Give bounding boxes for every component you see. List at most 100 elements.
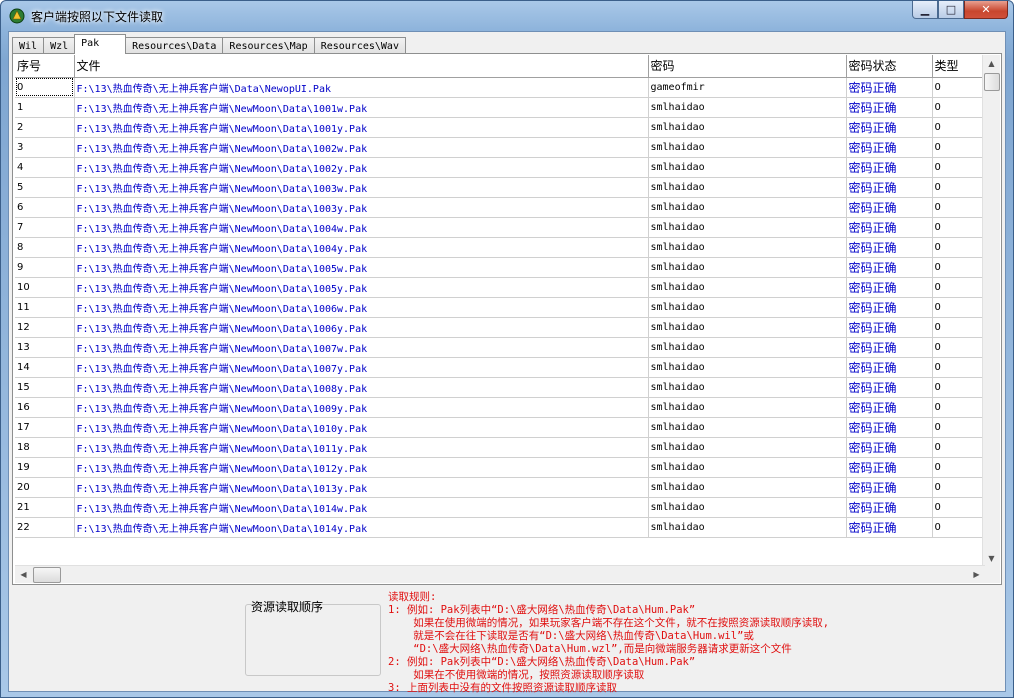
row-password: smlhaidao [648,457,847,478]
row-file-path: F:\13\热血传奇\无上神兵客户端\NewMoon\Data\1011y.Pa… [74,437,649,458]
table-row[interactable]: 9 F:\13\热血传奇\无上神兵客户端\NewMoon\Data\1005w.P… [15,257,985,278]
horizontal-scrollbar[interactable]: ◀ ▶ [15,565,985,583]
table-row[interactable]: 1 F:\13\热血传奇\无上神兵客户端\NewMoon\Data\1001w.P… [15,97,985,118]
row-password-status: 密码正确 [846,397,933,418]
row-file-path: F:\13\热血传奇\无上神兵客户端\NewMoon\Data\1013y.Pa… [74,477,649,498]
maximize-button[interactable]: □ [938,1,964,19]
scroll-left-icon[interactable]: ◀ [15,566,32,583]
table-row[interactable]: 20 F:\13\热血传奇\无上神兵客户端\NewMoon\Data\1013y.… [15,477,985,498]
tab-resources-wav[interactable]: Resources\Wav [313,37,406,54]
scroll-up-icon[interactable]: ▲ [983,55,1000,72]
row-type: 0 [932,517,985,538]
bottom-panel: 资源读取顺序 读取规则: 1: 例如: Pak列表中“D:\盛大网络\热血传奇\D… [12,588,1002,694]
scrollbar-corner [983,566,1000,583]
row-password: smlhaidao [648,397,847,418]
row-password-status: 密码正确 [846,457,933,478]
table-row[interactable]: 18 F:\13\热血传奇\无上神兵客户端\NewMoon\Data\1011y.… [15,437,985,458]
column-header-password-status[interactable]: 密码状态 [846,55,933,78]
resource-order-label: 资源读取顺序 [251,600,324,614]
title-bar[interactable]: 客户端按照以下文件读取 ▁ □ ✕ [1,1,1013,31]
tab-resources-data[interactable]: Resources\Data [125,37,224,54]
horizontal-scroll-thumb[interactable] [33,567,61,583]
row-index: 5 [15,177,75,198]
row-index: 11 [15,297,75,318]
row-type: 0 [932,137,985,158]
table-row[interactable]: 17 F:\13\热血传奇\无上神兵客户端\NewMoon\Data\1010y.… [15,417,985,438]
row-password: smlhaidao [648,417,847,438]
column-header-password[interactable]: 密码 [648,55,847,78]
row-index: 0 [15,77,75,98]
row-password-status: 密码正确 [846,317,933,338]
rules-line: 就是不会在往下读取是否有“D:\盛大网络\热血传奇\Data\Hum.wil”或 [388,630,754,642]
row-index: 7 [15,217,75,238]
row-password-status: 密码正确 [846,237,933,258]
column-header-index[interactable]: 序号 [15,55,75,78]
table-row[interactable]: 14 F:\13\热血传奇\无上神兵客户端\NewMoon\Data\1007y.… [15,357,985,378]
row-type: 0 [932,237,985,258]
table-row[interactable]: 12 F:\13\热血传奇\无上神兵客户端\NewMoon\Data\1006y.… [15,317,985,338]
table-row[interactable]: 7 F:\13\热血传奇\无上神兵客户端\NewMoon\Data\1004w.P… [15,217,985,238]
row-index: 13 [15,337,75,358]
row-type: 0 [932,157,985,178]
row-index: 2 [15,117,75,138]
tab-resources-map[interactable]: Resources\Map [222,37,315,54]
row-file-path: F:\13\热血传奇\无上神兵客户端\NewMoon\Data\1010y.Pa… [74,417,649,438]
row-type: 0 [932,477,985,498]
table-row[interactable]: 8 F:\13\热血传奇\无上神兵客户端\NewMoon\Data\1004y.P… [15,237,985,258]
row-password: smlhaidao [648,277,847,298]
table-row[interactable]: 16 F:\13\热血传奇\无上神兵客户端\NewMoon\Data\1009y.… [15,397,985,418]
row-password-status: 密码正确 [846,377,933,398]
row-index: 10 [15,277,75,298]
row-password: smlhaidao [648,437,847,458]
row-type: 0 [932,337,985,358]
column-header-file[interactable]: 文件 [74,55,649,78]
read-rules-text: 读取规则: 1: 例如: Pak列表中“D:\盛大网络\热血传奇\Data\Hum… [388,591,988,695]
caption-buttons: ▁ □ ✕ [912,1,1008,21]
close-button[interactable]: ✕ [964,1,1008,19]
table-row[interactable]: 0 F:\13\热血传奇\无上神兵客户端\Data\NewopUI.Pak game… [15,77,985,98]
row-type: 0 [932,437,985,458]
row-index: 9 [15,257,75,278]
tab-pak[interactable]: Pak [74,34,127,54]
table-row[interactable]: 6 F:\13\热血传奇\无上神兵客户端\NewMoon\Data\1003y.P… [15,197,985,218]
column-header-type[interactable]: 类型 [932,55,985,78]
table-row[interactable]: 10 F:\13\热血传奇\无上神兵客户端\NewMoon\Data\1005y.… [15,277,985,298]
table-row[interactable]: 11 F:\13\热血传奇\无上神兵客户端\NewMoon\Data\1006w.… [15,297,985,318]
vertical-scroll-thumb[interactable] [984,73,1000,91]
row-index: 16 [15,397,75,418]
row-password-status: 密码正确 [846,117,933,138]
row-password-status: 密码正确 [846,437,933,458]
row-file-path: F:\13\热血传奇\无上神兵客户端\NewMoon\Data\1014y.Pa… [74,517,649,538]
row-type: 0 [932,397,985,418]
row-password-status: 密码正确 [846,497,933,518]
row-index: 22 [15,517,75,538]
row-type: 0 [932,97,985,118]
row-file-path: F:\13\热血传奇\无上神兵客户端\NewMoon\Data\1001y.Pa… [74,117,649,138]
row-index: 12 [15,317,75,338]
tab-wil[interactable]: Wil [12,37,45,54]
table-row[interactable]: 21 F:\13\热血传奇\无上神兵客户端\NewMoon\Data\1014w.… [15,497,985,518]
main-window: 客户端按照以下文件读取 ▁ □ ✕ Wil Wzl Pak Resources\… [0,0,1014,698]
table-row[interactable]: 4 F:\13\热血传奇\无上神兵客户端\NewMoon\Data\1002y.P… [15,157,985,178]
row-file-path: F:\13\热血传奇\无上神兵客户端\NewMoon\Data\1005w.Pa… [74,257,649,278]
tab-wzl[interactable]: Wzl [43,37,76,54]
minimize-icon: ▁ [920,3,930,16]
maximize-icon: □ [945,3,957,16]
row-password: smlhaidao [648,517,847,538]
close-icon: ✕ [981,3,991,16]
vertical-scrollbar[interactable]: ▲ ▼ [982,55,1000,567]
table-row[interactable]: 22 F:\13\热血传奇\无上神兵客户端\NewMoon\Data\1014y.… [15,517,985,538]
client-area: Wil Wzl Pak Resources\Data Resources\Map… [8,31,1006,694]
table-row[interactable]: 3 F:\13\热血传奇\无上神兵客户端\NewMoon\Data\1002w.P… [15,137,985,158]
scroll-down-icon[interactable]: ▼ [983,550,1000,567]
row-file-path: F:\13\热血传奇\无上神兵客户端\NewMoon\Data\1014w.Pa… [74,497,649,518]
table-row[interactable]: 13 F:\13\热血传奇\无上神兵客户端\NewMoon\Data\1007w.… [15,337,985,358]
file-list-grid[interactable]: 序号 文件 密码 密码状态 类型 0 F:\13\热血传奇\无上神兵客户端\Dat… [15,55,985,567]
table-row[interactable]: 5 F:\13\热血传奇\无上神兵客户端\NewMoon\Data\1003w.P… [15,177,985,198]
row-password-status: 密码正确 [846,177,933,198]
table-row[interactable]: 2 F:\13\热血传奇\无上神兵客户端\NewMoon\Data\1001y.P… [15,117,985,138]
minimize-button[interactable]: ▁ [912,1,938,19]
table-row[interactable]: 19 F:\13\热血传奇\无上神兵客户端\NewMoon\Data\1012y.… [15,457,985,478]
row-password: smlhaidao [648,297,847,318]
table-row[interactable]: 15 F:\13\热血传奇\无上神兵客户端\NewMoon\Data\1008y.… [15,377,985,398]
